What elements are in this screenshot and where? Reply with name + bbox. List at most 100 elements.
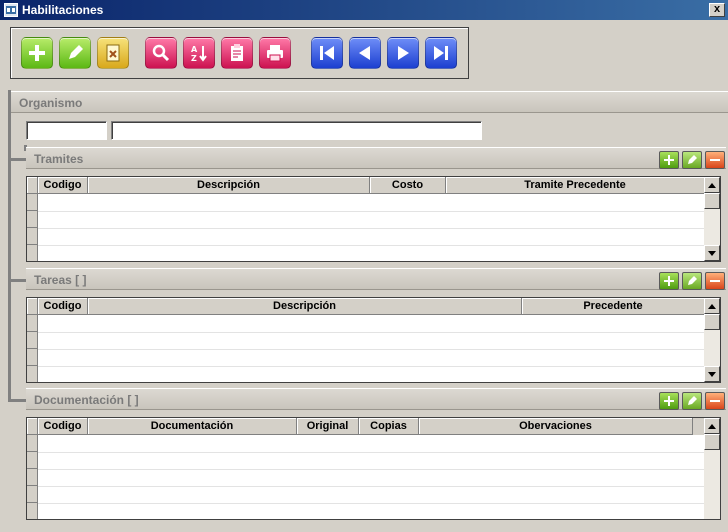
row-divider	[38, 211, 704, 212]
row-selector-header	[27, 418, 38, 435]
pencil-icon	[69, 45, 83, 59]
column-header[interactable]: Descripción	[88, 177, 370, 194]
row-selector[interactable]	[27, 315, 38, 332]
report-button[interactable]	[221, 37, 253, 69]
tree-connector	[11, 279, 26, 282]
organismo-name-field[interactable]	[111, 121, 482, 140]
grid-header: Codigo Descripción Costo Tramite Precede…	[27, 177, 720, 194]
row-selector[interactable]	[27, 452, 38, 469]
pencil-icon	[688, 396, 697, 405]
row-selector[interactable]	[27, 211, 38, 228]
scroll-down-button[interactable]	[704, 245, 720, 261]
documentacion-add-button[interactable]	[659, 392, 679, 410]
arrow-up-icon	[708, 423, 716, 429]
row-selector[interactable]	[27, 194, 38, 211]
row-selector[interactable]	[27, 486, 38, 503]
tareas-edit-button[interactable]	[682, 272, 702, 290]
column-header[interactable]: Descripción	[88, 298, 522, 315]
edit-button[interactable]	[59, 37, 91, 69]
tareas-add-button[interactable]	[659, 272, 679, 290]
row-selector-header	[27, 298, 38, 315]
sort-button[interactable]: AZ	[183, 37, 215, 69]
search-button[interactable]	[145, 37, 177, 69]
documentacion-header: Documentación [ ]	[26, 388, 726, 410]
scroll-up-button[interactable]	[704, 298, 720, 314]
row-divider	[38, 349, 704, 350]
tramites-delete-button[interactable]	[705, 151, 725, 169]
tramites-header: Tramites	[26, 147, 726, 169]
window-title: Habilitaciones	[22, 3, 104, 17]
row-divider	[38, 469, 704, 470]
first-record-button[interactable]	[311, 37, 343, 69]
tareas-header: Tareas [ ]	[26, 268, 726, 290]
svg-text:Z: Z	[191, 54, 197, 63]
arrow-up-icon	[708, 303, 716, 309]
previous-record-button[interactable]	[349, 37, 381, 69]
column-header[interactable]: Copias	[359, 418, 419, 435]
row-divider	[38, 245, 704, 246]
tramites-add-button[interactable]	[659, 151, 679, 169]
delete-button[interactable]	[97, 37, 129, 69]
app-icon	[4, 3, 18, 17]
clipboard-icon	[231, 44, 243, 61]
row-selector[interactable]	[27, 503, 38, 519]
tareas-delete-button[interactable]	[705, 272, 725, 290]
row-selector[interactable]	[27, 366, 38, 382]
scroll-thumb[interactable]	[704, 434, 720, 450]
tramites-scrollbar[interactable]	[704, 177, 720, 261]
grid-header: Codigo Descripción Precedente	[27, 298, 720, 315]
close-button[interactable]: x	[709, 3, 725, 17]
arrow-down-icon	[708, 371, 716, 377]
scroll-thumb[interactable]	[704, 193, 720, 209]
row-divider	[38, 332, 704, 333]
row-divider	[38, 503, 704, 504]
row-selector[interactable]	[27, 228, 38, 245]
row-selector[interactable]	[27, 332, 38, 349]
delete-document-icon	[106, 44, 120, 62]
row-divider	[38, 452, 704, 453]
scroll-down-button[interactable]	[704, 366, 720, 382]
tareas-grid[interactable]: Codigo Descripción Precedente	[26, 297, 721, 383]
minus-icon	[710, 159, 720, 161]
svg-text:A: A	[191, 45, 198, 54]
row-divider	[38, 486, 704, 487]
column-header[interactable]: Precedente	[522, 298, 705, 315]
scroll-thumb[interactable]	[704, 314, 720, 330]
row-selector[interactable]	[27, 245, 38, 261]
minus-icon	[710, 280, 720, 282]
row-divider	[38, 366, 704, 367]
column-header[interactable]: Documentación	[88, 418, 297, 435]
tareas-scrollbar[interactable]	[704, 298, 720, 382]
column-header[interactable]: Codigo	[38, 418, 88, 435]
next-record-button[interactable]	[387, 37, 419, 69]
plus-icon	[664, 276, 674, 286]
tramites-edit-button[interactable]	[682, 151, 702, 169]
tramites-grid[interactable]: Codigo Descripción Costo Tramite Precede…	[26, 176, 721, 262]
documentacion-grid[interactable]: Codigo Documentación Original Copias Obe…	[26, 417, 721, 520]
column-header[interactable]: Codigo	[38, 177, 88, 194]
first-icon	[320, 46, 334, 60]
tree-connector	[11, 399, 26, 402]
scroll-up-button[interactable]	[704, 418, 720, 434]
documentacion-edit-button[interactable]	[682, 392, 702, 410]
row-selector[interactable]	[27, 469, 38, 486]
documentacion-scrollbar[interactable]	[704, 418, 720, 519]
column-header[interactable]: Costo	[370, 177, 446, 194]
print-button[interactable]	[259, 37, 291, 69]
organismo-code-field[interactable]	[26, 121, 107, 140]
column-header[interactable]: Original	[297, 418, 359, 435]
row-selector[interactable]	[27, 349, 38, 366]
plus-icon	[664, 396, 674, 406]
pencil-icon	[688, 155, 697, 164]
last-record-button[interactable]	[425, 37, 457, 69]
scroll-up-button[interactable]	[704, 177, 720, 193]
row-selector[interactable]	[27, 435, 38, 452]
title-bar: Habilitaciones x	[0, 0, 728, 20]
column-header[interactable]: Obervaciones	[419, 418, 693, 435]
tree-connector	[11, 158, 26, 161]
column-header[interactable]: Tramite Precedente	[446, 177, 705, 194]
documentacion-delete-button[interactable]	[705, 392, 725, 410]
arrow-up-icon	[708, 182, 716, 188]
column-header[interactable]: Codigo	[38, 298, 88, 315]
add-button[interactable]	[21, 37, 53, 69]
